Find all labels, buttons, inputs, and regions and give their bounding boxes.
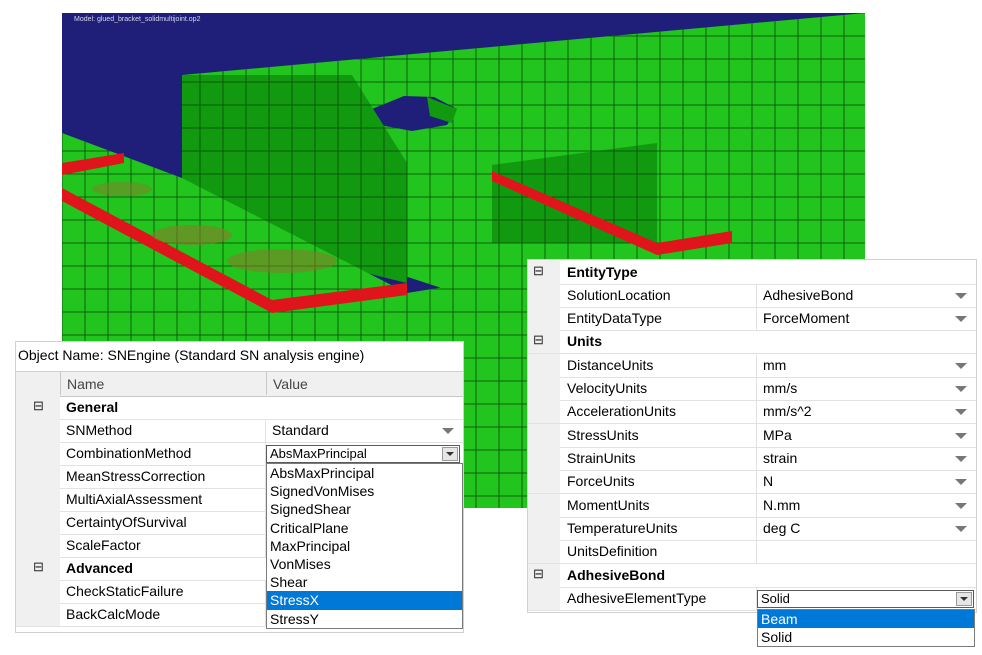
property-name: ForceUnits — [561, 470, 757, 493]
model-label: Model: glued_bracket_solidmultijoint.op2 — [74, 16, 201, 23]
property-value[interactable]: deg C — [757, 517, 947, 540]
section-label: AdhesiveBond — [567, 567, 666, 583]
chevron-down-icon[interactable] — [955, 456, 967, 462]
property-row[interactable]: StrainUnits strain — [528, 447, 976, 471]
left-property-panel: Object Name: SNEngine (Standard SN analy… — [15, 341, 464, 633]
section-label: General — [66, 399, 119, 415]
property-value[interactable]: Standard — [266, 419, 446, 442]
chevron-down-icon[interactable] — [955, 479, 967, 485]
option[interactable]: CriticalPlane — [267, 519, 462, 537]
collapse-icon[interactable]: ⊟ — [532, 333, 545, 347]
right-property-panel: ⊟ EntityType SolutionLocation AdhesiveBo… — [527, 259, 977, 613]
chevron-down-icon[interactable] — [955, 433, 967, 439]
section-adhesivebond[interactable]: ⊟ AdhesiveBond — [528, 564, 976, 588]
header-value[interactable]: Value — [266, 372, 462, 395]
property-row[interactable]: UnitsDefinition — [528, 540, 976, 564]
section-general[interactable]: ⊟ General — [16, 396, 463, 420]
chevron-down-icon[interactable] — [955, 293, 967, 299]
property-row[interactable]: DistanceUnits mm — [528, 354, 976, 378]
property-name: BackCalcMode — [60, 603, 266, 626]
property-name: UnitsDefinition — [561, 540, 757, 563]
select-value: AbsMaxPrincipal — [270, 446, 367, 461]
chevron-down-icon[interactable] — [955, 363, 967, 369]
property-name: StrainUnits — [561, 447, 757, 470]
property-name: SolutionLocation — [561, 284, 757, 307]
property-name: CheckStaticFailure — [60, 580, 266, 603]
property-row[interactable]: ForceUnits N — [528, 470, 976, 494]
option[interactable]: Solid — [758, 628, 974, 646]
property-value[interactable]: mm — [757, 354, 947, 377]
collapse-icon[interactable]: ⊟ — [532, 567, 545, 581]
property-name: SNMethod — [60, 419, 266, 442]
property-value[interactable]: strain — [757, 447, 947, 470]
property-value[interactable]: mm/s^2 — [757, 400, 947, 423]
property-value[interactable]: N — [757, 470, 947, 493]
property-name: MeanStressCorrection — [60, 465, 266, 488]
chevron-down-icon[interactable] — [955, 503, 967, 509]
header-row: Name Value — [16, 371, 463, 397]
chevron-down-icon[interactable] — [955, 316, 967, 322]
section-units[interactable]: ⊟ Units — [528, 330, 976, 354]
property-value[interactable]: ForceMoment — [757, 307, 947, 330]
adhesive-element-type-options: Beam Solid — [757, 609, 975, 647]
option[interactable]: AbsMaxPrincipal — [267, 464, 462, 482]
section-label: Advanced — [66, 560, 133, 576]
property-name: ScaleFactor — [60, 534, 266, 557]
property-value[interactable]: N.mm — [757, 494, 947, 517]
property-value[interactable]: AdhesiveBond — [757, 284, 947, 307]
property-name: TemperatureUnits — [561, 517, 757, 540]
property-row[interactable]: EntityDataType ForceMoment — [528, 307, 976, 331]
collapse-icon[interactable]: ⊟ — [32, 399, 45, 413]
property-row[interactable]: AdhesiveElementType Solid — [528, 587, 976, 611]
option[interactable]: StressY — [267, 610, 462, 628]
property-name: VelocityUnits — [561, 377, 757, 400]
property-value[interactable]: MPa — [757, 424, 947, 447]
option[interactable]: Shear — [267, 573, 462, 591]
property-name: CertaintyOfSurvival — [60, 511, 266, 534]
property-name: EntityDataType — [561, 307, 757, 330]
property-name: AdhesiveElementType — [561, 587, 757, 610]
combination-method-options: AbsMaxPrincipal SignedVonMises SignedShe… — [266, 463, 463, 629]
property-name: AccelerationUnits — [561, 400, 757, 423]
section-entitytype[interactable]: ⊟ EntityType — [528, 261, 976, 285]
option-highlighted[interactable]: StressX — [267, 591, 462, 610]
dropdown-button[interactable] — [956, 592, 972, 606]
property-name: MomentUnits — [561, 494, 757, 517]
adhesive-element-type-select[interactable]: Solid — [757, 590, 974, 608]
chevron-down-icon[interactable] — [442, 428, 454, 434]
property-value[interactable]: mm/s — [757, 377, 947, 400]
chevron-down-icon[interactable] — [955, 409, 967, 415]
property-name: DistanceUnits — [561, 354, 757, 377]
chevron-down-icon[interactable] — [955, 386, 967, 392]
property-name: MultiAxialAssessment — [60, 488, 266, 511]
section-label: Units — [567, 333, 602, 349]
option[interactable]: SignedVonMises — [267, 482, 462, 500]
property-row[interactable]: SNMethod Standard — [16, 419, 463, 443]
object-name-label: Object Name: SNEngine (Standard SN analy… — [18, 347, 365, 363]
property-row[interactable]: StressUnits MPa — [528, 424, 976, 448]
header-name[interactable]: Name — [60, 372, 266, 395]
combination-method-select[interactable]: AbsMaxPrincipal — [266, 445, 460, 463]
property-row[interactable]: MomentUnits N.mm — [528, 494, 976, 518]
property-row[interactable]: AccelerationUnits mm/s^2 — [528, 400, 976, 424]
section-label: EntityType — [567, 264, 638, 280]
property-row[interactable]: TemperatureUnits deg C — [528, 517, 976, 541]
collapse-icon[interactable]: ⊟ — [32, 560, 45, 574]
option[interactable]: SignedShear — [267, 500, 462, 518]
collapse-icon[interactable]: ⊟ — [532, 264, 545, 278]
property-name: CombinationMethod — [60, 442, 266, 465]
dropdown-button[interactable] — [442, 447, 458, 461]
property-name: StressUnits — [561, 424, 757, 447]
option[interactable]: MaxPrincipal — [267, 537, 462, 555]
property-row[interactable]: SolutionLocation AdhesiveBond — [528, 284, 976, 308]
option[interactable]: VonMises — [267, 555, 462, 573]
option-highlighted[interactable]: Beam — [758, 610, 974, 629]
select-value: Solid — [761, 591, 790, 606]
property-row[interactable]: VelocityUnits mm/s — [528, 377, 976, 401]
chevron-down-icon[interactable] — [955, 526, 967, 532]
